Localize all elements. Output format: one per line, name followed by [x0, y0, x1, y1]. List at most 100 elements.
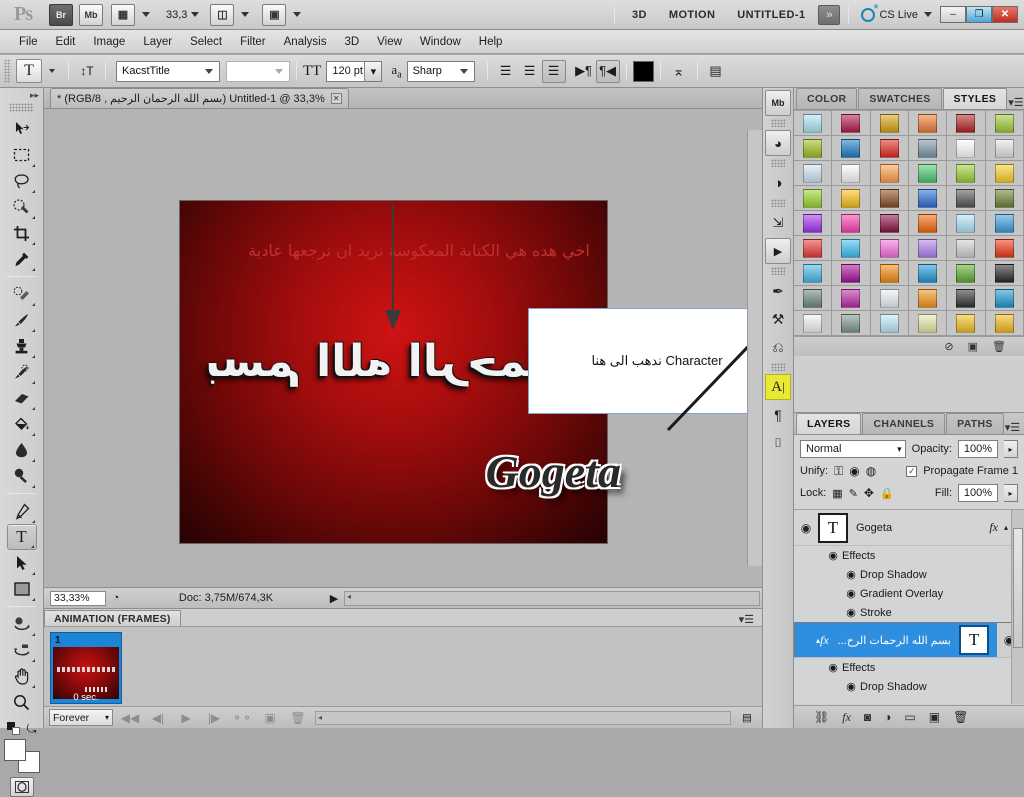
new-adjustment-layer-icon[interactable]: ◑	[884, 710, 891, 724]
menu-analysis[interactable]: Analysis	[275, 33, 336, 51]
style-swatch[interactable]	[803, 313, 823, 333]
style-swatch-cell[interactable]	[908, 311, 948, 336]
menu-3d[interactable]: 3D	[335, 33, 368, 51]
document-tab[interactable]: ✕ Untitled-1 @ 33,3% (بسم الله الرحمان ا…	[50, 88, 349, 108]
crop-tool[interactable]	[7, 220, 37, 246]
chevron-down-icon[interactable]	[49, 69, 55, 73]
bridge-button[interactable]: Br	[49, 3, 73, 26]
style-swatch[interactable]	[803, 138, 823, 158]
convert-to-timeline-icon[interactable]: ▤	[737, 712, 757, 724]
style-swatch-cell[interactable]	[870, 261, 909, 286]
style-swatch-cell[interactable]	[908, 136, 948, 161]
scrollbar-thumb[interactable]	[1013, 528, 1023, 648]
blend-mode-select[interactable]: Normal ▾	[800, 440, 906, 458]
lasso-tool[interactable]	[7, 168, 37, 194]
status-zoom-input[interactable]: 33,33%	[50, 590, 106, 606]
style-swatch-cell[interactable]	[985, 211, 1024, 236]
style-swatch[interactable]	[956, 213, 976, 233]
chevron-up-icon[interactable]: ▴	[800, 636, 820, 645]
style-swatch-cell[interactable]	[832, 286, 871, 311]
delete-style-icon[interactable]: 🗑	[992, 340, 1006, 353]
style-swatch[interactable]	[841, 238, 861, 258]
marquee-tool[interactable]	[7, 142, 37, 168]
scroll-left-icon[interactable]: ◂	[345, 592, 351, 605]
style-swatch[interactable]	[879, 263, 899, 283]
effect-visibility-icon[interactable]: ◉	[842, 568, 860, 581]
style-swatch[interactable]	[803, 263, 823, 283]
style-swatch[interactable]	[803, 288, 823, 308]
tools-collapse-button[interactable]: ▸▸	[0, 88, 43, 102]
style-swatch[interactable]	[841, 113, 861, 133]
swap-colors-icon[interactable]: ⤿	[27, 723, 37, 735]
layer-effect-item[interactable]: ◉ Stroke	[794, 603, 1024, 622]
adjustments-icon[interactable]: ◑	[765, 170, 791, 196]
style-swatch[interactable]	[841, 313, 861, 333]
style-swatch-cell[interactable]	[947, 261, 986, 286]
style-swatch[interactable]	[918, 113, 938, 133]
clone-source-icon[interactable]: ⎌	[765, 334, 791, 360]
lock-position-icon[interactable]: ✥	[864, 486, 874, 500]
loop-option-select[interactable]: Forever ▾	[49, 709, 113, 726]
style-swatch[interactable]	[879, 163, 899, 183]
style-swatch[interactable]	[918, 263, 938, 283]
style-swatch-cell[interactable]	[947, 236, 986, 261]
rectangle-tool[interactable]	[7, 576, 37, 602]
style-swatch-cell[interactable]	[870, 286, 909, 311]
style-swatch-cell[interactable]	[870, 311, 909, 336]
style-swatch-cell[interactable]	[870, 111, 909, 136]
style-swatch[interactable]	[918, 213, 938, 233]
layer-effect-item[interactable]: ◉ Gradient Overlay	[794, 584, 1024, 603]
layer-effects-group[interactable]: ◉ Effects	[794, 658, 1024, 677]
eyedropper-tool[interactable]	[7, 246, 37, 272]
select-first-frame-button[interactable]: ◀◀	[119, 709, 141, 727]
style-swatch[interactable]	[956, 163, 976, 183]
style-swatch-cell[interactable]	[985, 311, 1024, 336]
frame-duration[interactable]: 0 sec.	[51, 692, 121, 703]
style-swatch-cell[interactable]	[908, 186, 948, 211]
effect-visibility-icon[interactable]: ◉	[842, 587, 860, 600]
effect-visibility-icon[interactable]: ◉	[842, 680, 860, 693]
add-layer-mask-icon[interactable]: ◙	[864, 710, 871, 724]
menu-help[interactable]: Help	[470, 33, 512, 51]
foreground-color-swatch[interactable]	[3, 739, 26, 761]
style-swatch[interactable]	[994, 138, 1014, 158]
style-swatch-cell[interactable]	[794, 186, 833, 211]
dock-grip[interactable]	[771, 159, 785, 167]
style-swatch[interactable]	[918, 138, 938, 158]
minimize-button[interactable]: –	[940, 6, 966, 23]
style-swatch[interactable]	[841, 263, 861, 283]
view-extras-dropdown[interactable]: ▦	[108, 3, 156, 26]
style-swatch-cell[interactable]	[870, 236, 909, 261]
style-swatch-cell[interactable]	[947, 186, 986, 211]
tab-swatches[interactable]: SWATCHES	[858, 88, 942, 109]
style-swatch[interactable]	[803, 238, 823, 258]
style-swatch-cell[interactable]	[908, 236, 948, 261]
style-swatch-cell[interactable]	[947, 111, 986, 136]
style-swatch[interactable]	[841, 213, 861, 233]
layer-visibility-icon[interactable]: ◉	[794, 521, 818, 535]
close-icon[interactable]: ✕	[330, 93, 342, 104]
tween-frames-button[interactable]: ⚬⚬	[231, 709, 253, 727]
style-swatch-cell[interactable]	[870, 211, 909, 236]
layer-effect-item[interactable]: ◉ Drop Shadow	[794, 677, 1024, 696]
style-swatch[interactable]	[841, 288, 861, 308]
type-tool[interactable]: T	[6, 524, 37, 550]
maximize-button[interactable]: ❐	[966, 6, 992, 23]
tab-styles[interactable]: STYLES	[942, 88, 1008, 109]
quick-mask-toggle[interactable]	[9, 777, 34, 797]
toggle-text-orientation-button[interactable]: ↕T	[75, 60, 99, 83]
chevron-down-icon[interactable]	[191, 12, 200, 17]
style-swatch[interactable]	[918, 313, 938, 333]
dodge-tool[interactable]	[7, 463, 37, 489]
style-swatch-cell[interactable]	[870, 136, 909, 161]
style-swatch-cell[interactable]	[832, 161, 871, 186]
align-center-button[interactable]: ☰	[518, 60, 542, 83]
histogram-icon[interactable]: ◕	[765, 130, 791, 156]
style-swatch-cell[interactable]	[985, 286, 1024, 311]
style-swatch[interactable]	[841, 163, 861, 183]
canvas-viewport[interactable]: بسم الله الرحمان Gogeta اخي هده هي الكتا…	[44, 109, 762, 587]
mini-bridge-icon[interactable]: Mb	[765, 90, 791, 116]
style-swatch[interactable]	[994, 163, 1014, 183]
style-swatch[interactable]	[879, 313, 899, 333]
style-swatch[interactable]	[956, 138, 976, 158]
